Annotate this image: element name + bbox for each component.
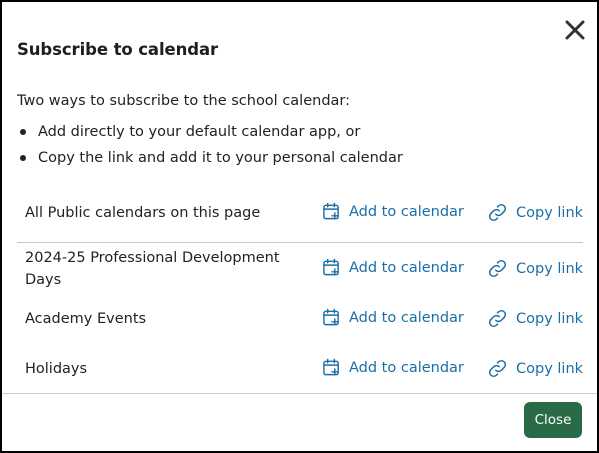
- link-icon: [488, 359, 507, 378]
- add-to-calendar-link[interactable]: Add to calendar: [322, 202, 464, 221]
- calendar-add-icon: [323, 202, 339, 220]
- copy-link[interactable]: Copy link: [487, 202, 583, 223]
- subscribe-dialog: Subscribe to calendar Two ways to subscr…: [0, 0, 599, 453]
- add-to-calendar-link[interactable]: Add to calendar: [322, 258, 464, 277]
- calendar-add-icon: [323, 358, 339, 376]
- calendar-add-icon: [323, 258, 339, 276]
- calendar-name: Holidays: [25, 361, 88, 377]
- copy-link-label: Copy link: [516, 360, 584, 377]
- copy-link[interactable]: Copy link: [487, 258, 583, 279]
- copy-link[interactable]: Copy link: [487, 358, 583, 379]
- copy-link-label: Copy link: [516, 260, 584, 277]
- bullet-text: Copy the link and add it to your persona…: [38, 150, 403, 166]
- instruction-list: Add directly to your default calendar ap…: [17, 119, 403, 171]
- link-icon: [488, 203, 507, 222]
- link-icon: [488, 309, 507, 328]
- bullet-dot: [20, 155, 26, 161]
- calendar-add-icon: [323, 308, 339, 326]
- footer-divider: [2, 393, 597, 394]
- copy-link-label: Copy link: [516, 310, 584, 327]
- dialog-title: Subscribe to calendar: [17, 40, 219, 59]
- add-to-calendar-label: Add to calendar: [349, 359, 464, 376]
- close-button[interactable]: Close: [524, 402, 582, 438]
- calendar-name: 2024-25 Professional Development Days: [25, 250, 280, 288]
- list-item: Copy the link and add it to your persona…: [17, 145, 403, 171]
- add-to-calendar-label: Add to calendar: [349, 259, 464, 276]
- add-to-calendar-label: Add to calendar: [349, 309, 464, 326]
- link-icon: [488, 259, 507, 278]
- add-to-calendar-label: Add to calendar: [349, 203, 464, 220]
- intro-text: Two ways to subscribe to the school cale…: [17, 93, 350, 109]
- bullet-dot: [20, 129, 26, 135]
- add-to-calendar-link[interactable]: Add to calendar: [322, 358, 464, 377]
- add-to-calendar-link[interactable]: Add to calendar: [322, 308, 464, 327]
- copy-link[interactable]: Copy link: [487, 308, 583, 329]
- bullet-text: Add directly to your default calendar ap…: [38, 124, 361, 140]
- divider: [17, 242, 583, 243]
- list-item: Add directly to your default calendar ap…: [17, 119, 403, 145]
- calendar-name: Academy Events: [25, 311, 147, 327]
- calendar-name: All Public calendars on this page: [25, 205, 261, 221]
- copy-link-label: Copy link: [516, 204, 584, 221]
- close-x-icon[interactable]: [563, 18, 587, 42]
